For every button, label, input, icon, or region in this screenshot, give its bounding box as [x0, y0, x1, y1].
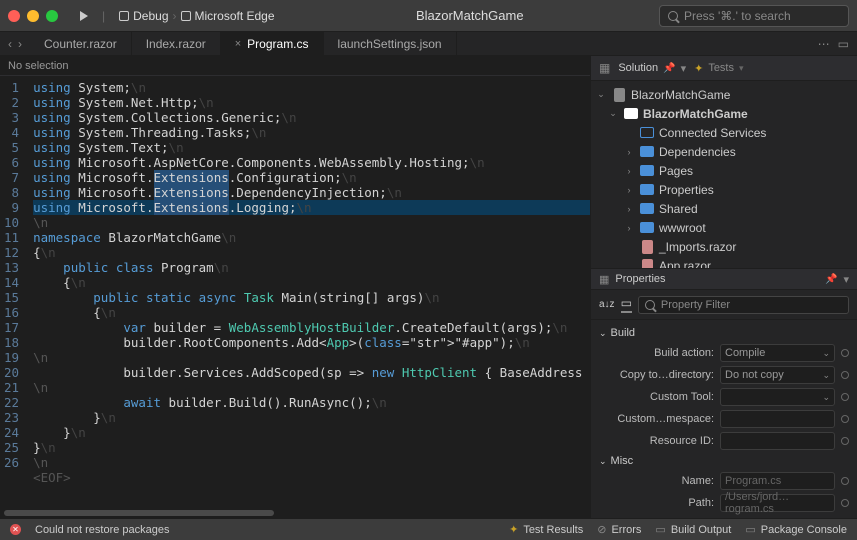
- prop-custom_tool-input[interactable]: ⌄: [720, 388, 835, 406]
- tree-item-wwwroot[interactable]: ›wwwroot: [591, 218, 857, 237]
- nav-forward-button[interactable]: ›: [18, 37, 22, 51]
- prop-custom_ns: Custom…mespace:: [599, 408, 849, 430]
- properties-header[interactable]: ▦ Properties 📌 ▾: [591, 268, 857, 290]
- editor-tabs: ‹ › Counter.razorIndex.razor×Program.csl…: [0, 32, 857, 56]
- error-icon: ✕: [10, 524, 21, 535]
- prop-build_action-input[interactable]: Compile⌄: [720, 344, 835, 362]
- split-editor-button[interactable]: ▭: [838, 37, 849, 51]
- prop-path: Path: /Users/jord…rogram.cs: [599, 492, 849, 514]
- code-body[interactable]: using System;\nusing System.Net.Http;\nu…: [29, 76, 590, 508]
- nav-back-button[interactable]: ‹: [8, 37, 12, 51]
- line-gutter: 1234567891011121314151617181920212223242…: [0, 76, 29, 508]
- target-label: Microsoft Edge: [195, 9, 275, 23]
- toolbar: | Debug › Microsoft Edge BlazorMatchGame…: [0, 0, 857, 32]
- categorized-button[interactable]: ▭: [621, 296, 632, 313]
- test-results-button[interactable]: ✦Test Results: [509, 523, 583, 536]
- tab-overflow-button[interactable]: ⋯: [818, 37, 830, 51]
- prop-copy_dir-reset-icon[interactable]: [841, 371, 849, 379]
- solution-root[interactable]: ⌄BlazorMatchGame: [591, 85, 857, 104]
- prop-resource_id-input[interactable]: [720, 432, 835, 450]
- properties-list: ⌄Build Build action: Compile⌄ Copy to…di…: [591, 320, 857, 518]
- prop-resource_id: Resource ID:: [599, 430, 849, 452]
- zoom-window-button[interactable]: [46, 10, 58, 22]
- tab-index-razor[interactable]: Index.razor: [132, 32, 221, 55]
- global-search[interactable]: Press '⌘.' to search: [659, 5, 849, 27]
- browser-icon: [181, 11, 191, 21]
- prop-copy_dir: Copy to…directory: Do not copy⌄: [599, 364, 849, 386]
- config-selector[interactable]: Debug › Microsoft Edge: [113, 6, 280, 26]
- prop-custom_tool: Custom Tool: ⌄: [599, 386, 849, 408]
- prop-custom_ns-input[interactable]: [720, 410, 835, 428]
- tree-item-pages[interactable]: ›Pages: [591, 161, 857, 180]
- close-tab-icon[interactable]: ×: [235, 38, 241, 50]
- package-console-button[interactable]: ▭Package Console: [745, 523, 847, 536]
- play-icon: [80, 11, 88, 21]
- device-icon: [119, 11, 129, 21]
- tab-program-cs[interactable]: ×Program.cs: [221, 32, 324, 55]
- errors-button[interactable]: ⊘Errors: [597, 523, 641, 536]
- tab-counter-razor[interactable]: Counter.razor: [30, 32, 132, 55]
- tree-item-dependencies[interactable]: ›Dependencies: [591, 142, 857, 161]
- prop-name-reset-icon[interactable]: [841, 477, 849, 485]
- editor-pane: No selection 123456789101112131415161718…: [0, 56, 590, 518]
- search-placeholder: Press '⌘.' to search: [684, 9, 791, 23]
- code-editor[interactable]: 1234567891011121314151617181920212223242…: [0, 76, 590, 508]
- tab-launchsettings-json[interactable]: launchSettings.json: [324, 32, 457, 55]
- tree-item-_imports-razor[interactable]: _Imports.razor: [591, 237, 857, 256]
- config-label: Debug: [133, 9, 168, 23]
- run-button[interactable]: [74, 8, 94, 24]
- build-output-button[interactable]: ▭Build Output: [655, 523, 731, 536]
- prop-name: Name: Program.cs: [599, 470, 849, 492]
- solution-tree[interactable]: ⌄BlazorMatchGame⌄BlazorMatchGameConnecte…: [591, 81, 857, 268]
- sort-az-button[interactable]: a↓z: [599, 299, 615, 310]
- status-bar: ✕ Could not restore packages ✦Test Resul…: [0, 518, 857, 540]
- misc-section-header[interactable]: ⌄Misc: [599, 452, 849, 470]
- prop-build_action-reset-icon[interactable]: [841, 349, 849, 357]
- tree-item-connected-services[interactable]: Connected Services: [591, 123, 857, 142]
- property-filter-input[interactable]: Property Filter: [638, 296, 849, 314]
- prop-custom_tool-reset-icon[interactable]: [841, 393, 849, 401]
- prop-path-input[interactable]: /Users/jord…rogram.cs: [720, 494, 835, 512]
- project-node[interactable]: ⌄BlazorMatchGame: [591, 104, 857, 123]
- solution-tab[interactable]: Solution 📌 ▾: [618, 62, 686, 75]
- minimize-window-button[interactable]: [27, 10, 39, 22]
- status-message: Could not restore packages: [35, 524, 170, 536]
- prop-build_action: Build action: Compile⌄: [599, 342, 849, 364]
- tree-item-app-razor[interactable]: App.razor: [591, 256, 857, 268]
- close-window-button[interactable]: [8, 10, 20, 22]
- tests-tab[interactable]: ✦ Tests ▾: [694, 62, 743, 75]
- horizontal-scrollbar[interactable]: [0, 508, 590, 518]
- breadcrumb[interactable]: No selection: [0, 56, 590, 76]
- tree-item-properties[interactable]: ›Properties: [591, 180, 857, 199]
- window-controls: [8, 10, 58, 22]
- prop-custom_ns-reset-icon[interactable]: [841, 415, 849, 423]
- prop-resource_id-reset-icon[interactable]: [841, 437, 849, 445]
- side-panel: ▦ Solution 📌 ▾ ✦ Tests ▾ ⌄BlazorMatchGam…: [590, 56, 857, 518]
- tree-item-shared[interactable]: ›Shared: [591, 199, 857, 218]
- app-title: BlazorMatchGame: [289, 8, 651, 23]
- prop-path-reset-icon[interactable]: [841, 499, 849, 507]
- prop-name-input[interactable]: Program.cs: [720, 472, 835, 490]
- search-icon: [668, 11, 678, 21]
- prop-copy_dir-input[interactable]: Do not copy⌄: [720, 366, 835, 384]
- build-section-header[interactable]: ⌄Build: [599, 324, 849, 342]
- search-icon: [645, 300, 655, 310]
